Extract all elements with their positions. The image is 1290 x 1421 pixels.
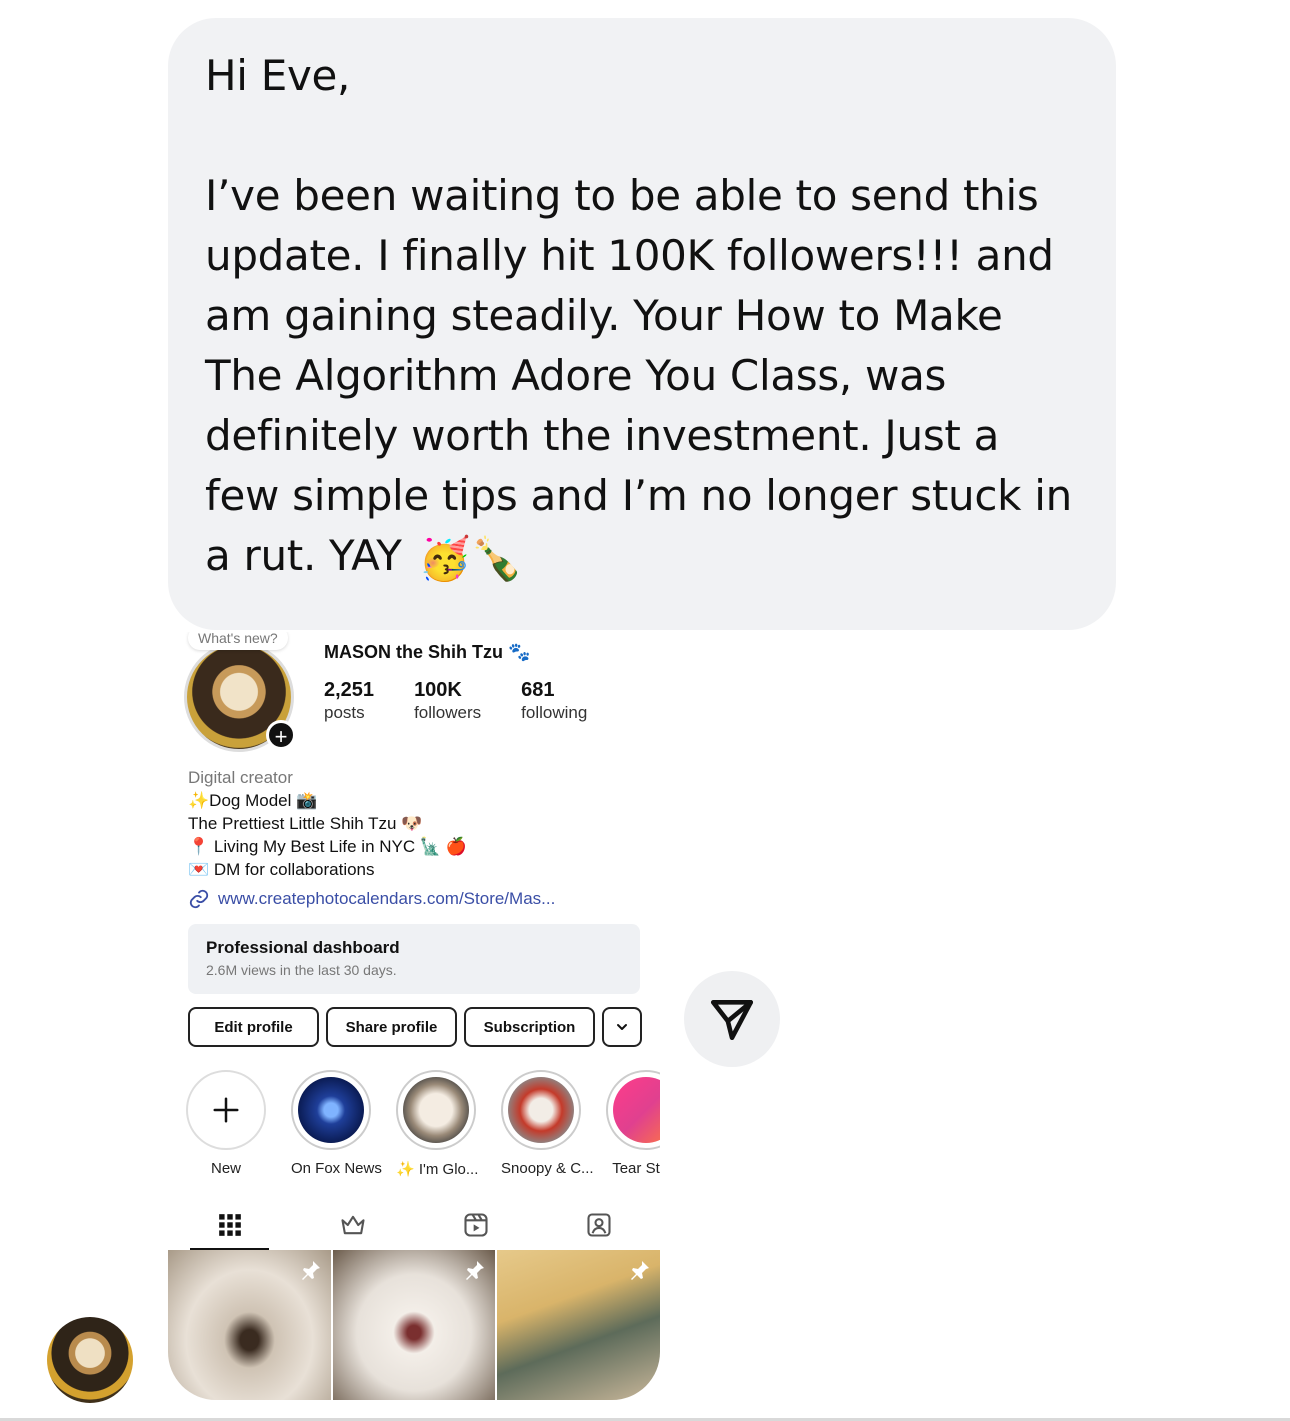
pin-icon xyxy=(301,1261,320,1280)
highlight-ring xyxy=(501,1070,581,1150)
message-bubble[interactable]: Hi Eve, I’ve been waiting to be able to … xyxy=(168,18,1116,630)
highlight-thumbnail xyxy=(613,1077,660,1143)
profile-category: Digital creator xyxy=(188,768,293,787)
edit-profile-button[interactable]: Edit profile xyxy=(188,1007,319,1047)
stat-posts[interactable]: 2,251 posts xyxy=(324,678,374,724)
bio-line: 📍 Living My Best Life in NYC 🗽 🍎 xyxy=(188,837,467,856)
profile-bio: Digital creator ✨Dog Model 📸 The Prettie… xyxy=(188,766,555,910)
dashboard-title: Professional dashboard xyxy=(206,938,400,957)
highlight-label: New xyxy=(210,1160,241,1177)
message-greeting: Hi Eve, xyxy=(205,51,351,100)
highlight-item[interactable]: On Fox News xyxy=(291,1070,382,1178)
message-body: I’ve been waiting to be able to send thi… xyxy=(205,171,1085,580)
crown-icon xyxy=(340,1215,365,1235)
pin-icon xyxy=(466,1261,485,1280)
stat-label: posts xyxy=(324,703,365,722)
tab-posts[interactable] xyxy=(168,1200,291,1250)
tagged-icon xyxy=(586,1213,611,1237)
stat-following[interactable]: 681 following xyxy=(521,678,587,724)
stat-label: following xyxy=(521,703,588,722)
highlight-ring xyxy=(606,1070,660,1150)
plus-icon xyxy=(213,1097,239,1123)
highlight-label: On Fox News xyxy=(291,1160,382,1177)
highlight-ring xyxy=(291,1070,371,1150)
dashboard-subtitle: 2.6M views in the last 30 days. xyxy=(206,962,397,978)
highlight-thumbnail xyxy=(508,1077,574,1143)
sender-avatar[interactable] xyxy=(47,1317,133,1403)
highlight-thumbnail xyxy=(403,1077,469,1143)
profile-link-text: www.createphotocalendars.com/Store/Mas..… xyxy=(218,889,556,908)
highlight-thumbnail xyxy=(298,1077,364,1143)
link-icon xyxy=(189,889,209,908)
stat-value: 100K xyxy=(414,679,462,701)
post-thumbnail[interactable] xyxy=(332,1250,496,1400)
stat-value: 681 xyxy=(521,679,555,701)
dm-conversation: Hi Eve, I’ve been waiting to be able to … xyxy=(0,0,1290,1421)
highlight-label: Tear Stain xyxy=(612,1160,660,1177)
highlight-ring xyxy=(186,1070,266,1150)
bio-line: ✨Dog Model 📸 xyxy=(188,791,318,810)
highlight-item[interactable]: Tear Stain xyxy=(606,1070,660,1178)
highlight-label: ✨ I'm Glo... xyxy=(396,1161,479,1178)
posts-grid xyxy=(168,1250,660,1400)
profile-actions: Edit profile Share profile Subscription xyxy=(188,1007,642,1047)
story-highlights: New On Fox News ✨ I'm Glo... Snoopy & C.… xyxy=(186,1070,660,1178)
subscription-button[interactable]: Subscription xyxy=(464,1007,595,1047)
tab-subscriptions[interactable] xyxy=(291,1200,414,1250)
stat-followers[interactable]: 100K followers xyxy=(414,678,481,724)
reels-icon xyxy=(463,1213,488,1237)
profile-stats: 2,251 posts 100K followers 681 following xyxy=(324,678,587,724)
tab-reels[interactable] xyxy=(414,1200,537,1250)
chevron-down-icon xyxy=(617,1024,627,1030)
stat-value: 2,251 xyxy=(324,679,375,701)
tab-tagged[interactable] xyxy=(537,1200,660,1250)
post-thumbnail[interactable] xyxy=(168,1250,331,1400)
professional-dashboard[interactable]: Professional dashboard 2.6M views in the… xyxy=(188,924,640,994)
send-icon xyxy=(710,1000,754,1041)
highlight-ring xyxy=(396,1070,476,1150)
post-thumbnail[interactable] xyxy=(497,1250,660,1400)
profile-link[interactable]: www.createphotocalendars.com/Store/Mas..… xyxy=(188,887,555,910)
profile-tabs xyxy=(168,1200,660,1250)
profile-username: MASON the Shih Tzu 🐾 xyxy=(324,642,531,662)
share-profile-button[interactable]: Share profile xyxy=(326,1007,457,1047)
highlight-item[interactable]: Snoopy & C... xyxy=(501,1070,594,1178)
add-story-icon[interactable]: + xyxy=(266,720,296,750)
highlight-item[interactable]: ✨ I'm Glo... xyxy=(396,1070,479,1178)
highlight-label: Snoopy & C... xyxy=(501,1160,594,1177)
bio-line: The Prettiest Little Shih Tzu 🐶 xyxy=(188,814,423,833)
share-button[interactable] xyxy=(684,971,780,1067)
stat-label: followers xyxy=(414,703,482,722)
bio-line: 💌 DM for collaborations xyxy=(188,860,375,879)
shared-profile-card[interactable]: What's new? + MASON the Shih Tzu 🐾 2,251… xyxy=(168,632,660,1400)
pin-icon xyxy=(631,1261,650,1280)
more-options-button[interactable] xyxy=(602,1007,642,1047)
message-emojis: 🥳🍾 xyxy=(418,533,523,583)
highlight-new[interactable]: New xyxy=(186,1070,266,1178)
note-bubble[interactable]: What's new? xyxy=(188,632,288,650)
grid-icon xyxy=(218,1214,241,1236)
